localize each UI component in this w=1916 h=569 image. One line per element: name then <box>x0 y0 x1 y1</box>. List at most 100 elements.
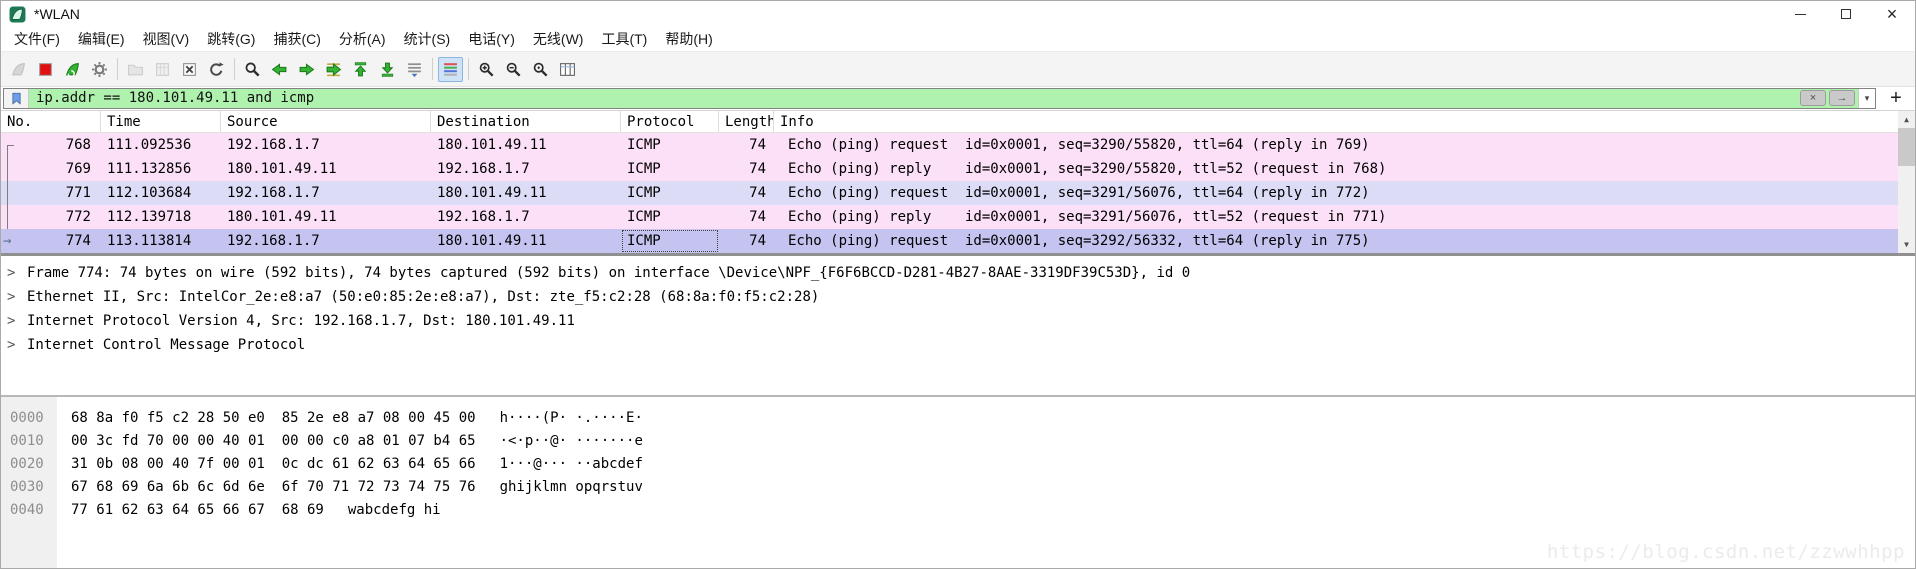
column-header-time[interactable]: Time <box>101 111 221 132</box>
menu-item-telephony[interactable]: 电话(Y) <box>459 27 524 51</box>
menu-item-view[interactable]: 视图(V) <box>134 27 199 51</box>
packet-cell-length: 74 <box>719 205 774 229</box>
zoom-in-button[interactable] <box>474 57 499 82</box>
menu-item-edit[interactable]: 编辑(E) <box>69 27 134 51</box>
packet-row[interactable]: 772112.139718180.101.49.11192.168.1.7ICM… <box>1 205 1898 229</box>
capture-options-button[interactable] <box>87 57 112 82</box>
add-filter-button[interactable]: + <box>1885 88 1907 108</box>
scroll-down-icon[interactable]: ▼ <box>1898 236 1915 253</box>
reload-file-button[interactable] <box>204 57 229 82</box>
restart-capture-button[interactable] <box>60 57 85 82</box>
current-packet-arrow-icon: → <box>3 229 11 253</box>
window-controls: × <box>1777 1 1915 27</box>
stop-capture-button[interactable] <box>33 57 58 82</box>
hex-offset: 0010 <box>1 430 57 453</box>
column-header-protocol[interactable]: Protocol <box>621 111 719 132</box>
scroll-up-icon[interactable]: ▲ <box>1898 111 1915 128</box>
start-capture-button[interactable] <box>6 57 31 82</box>
zoom-out-button[interactable] <box>501 57 526 82</box>
expand-chevron-icon[interactable]: > <box>7 285 27 309</box>
related-packet-marker <box>7 205 8 229</box>
packet-row[interactable]: 771112.103684192.168.1.7180.101.49.11ICM… <box>1 181 1898 205</box>
hex-ascii[interactable]: 1···@··· ··abcdef <box>476 453 643 476</box>
auto-scroll-button[interactable] <box>402 57 427 82</box>
toolbar-separator <box>432 58 433 80</box>
packet-cell-no: 768 <box>1 133 101 157</box>
menu-item-capture[interactable]: 捕获(C) <box>264 27 329 51</box>
go-last-button[interactable] <box>375 57 400 82</box>
packet-list-scrollbar[interactable]: ▲ ▼ <box>1898 111 1915 253</box>
filter-bookmark-icon[interactable] <box>4 89 29 108</box>
menu-item-wireless[interactable]: 无线(W) <box>524 27 593 51</box>
column-header-info[interactable]: Info <box>774 111 1898 132</box>
packet-row[interactable]: 774→113.113814192.168.1.7180.101.49.11IC… <box>1 229 1898 253</box>
column-header-length[interactable]: Length <box>719 111 774 132</box>
minimize-icon <box>1795 14 1806 15</box>
hex-ascii[interactable]: wabcdefg hi <box>324 499 441 522</box>
packet-cell-source: 180.101.49.11 <box>221 157 431 181</box>
column-header-no[interactable]: No. <box>1 111 101 132</box>
go-back-button[interactable] <box>267 57 292 82</box>
close-button[interactable]: × <box>1869 1 1915 27</box>
resize-columns-button[interactable] <box>555 57 580 82</box>
hex-offset: 0030 <box>1 476 57 499</box>
hex-ascii[interactable]: ghijklmn opqrstuv <box>476 476 643 499</box>
column-header-destination[interactable]: Destination <box>431 111 621 132</box>
find-packet-button[interactable] <box>240 57 265 82</box>
packet-row[interactable]: 769111.132856180.101.49.11192.168.1.7ICM… <box>1 157 1898 181</box>
scroll-thumb[interactable] <box>1898 128 1915 166</box>
hex-bytes[interactable]: 00 3c fd 70 00 00 40 01 00 00 c0 a8 01 0… <box>57 430 476 453</box>
menu-item-tools[interactable]: 工具(T) <box>592 27 656 51</box>
detail-line[interactable]: >Internet Protocol Version 4, Src: 192.1… <box>7 309 1915 333</box>
normal-size-button[interactable] <box>528 57 553 82</box>
folder-icon <box>127 61 144 78</box>
toolbar-separator <box>234 58 235 80</box>
close-file-button[interactable] <box>177 57 202 82</box>
packet-cell-source: 192.168.1.7 <box>221 133 431 157</box>
maximize-icon <box>1841 9 1851 19</box>
detail-line[interactable]: >Internet Control Message Protocol <box>7 333 1915 357</box>
expand-chevron-icon[interactable]: > <box>7 333 27 357</box>
expand-chevron-icon[interactable]: > <box>7 261 27 285</box>
menu-item-go[interactable]: 跳转(G) <box>198 27 264 51</box>
detail-line[interactable]: >Ethernet II, Src: IntelCor_2e:e8:a7 (50… <box>7 285 1915 309</box>
detail-line[interactable]: >Frame 774: 74 bytes on wire (592 bits),… <box>7 261 1915 285</box>
clear-filter-button[interactable]: × <box>1800 90 1826 106</box>
packet-row[interactable]: 768111.092536192.168.1.7180.101.49.11ICM… <box>1 133 1898 157</box>
menu-item-file[interactable]: 文件(F) <box>5 27 69 51</box>
hex-ascii[interactable]: h····(P· ·.····E· <box>476 407 643 430</box>
menu-bar: 文件(F)编辑(E)视图(V)跳转(G)捕获(C)分析(A)统计(S)电话(Y)… <box>1 27 1915 51</box>
packet-cell-protocol: ICMP <box>621 181 719 205</box>
go-to-packet-button[interactable] <box>321 57 346 82</box>
open-file-button[interactable] <box>123 57 148 82</box>
display-filter-input[interactable] <box>29 89 1800 108</box>
maximize-button[interactable] <box>1823 1 1869 27</box>
colorize-packets-button[interactable] <box>438 57 463 82</box>
menu-item-analyze[interactable]: 分析(A) <box>330 27 395 51</box>
packet-cell-time: 111.132856 <box>101 157 221 181</box>
menu-item-help[interactable]: 帮助(H) <box>656 27 721 51</box>
go-forward-button[interactable] <box>294 57 319 82</box>
filter-dropdown-caret-icon[interactable]: ▾ <box>1858 89 1875 108</box>
hex-bytes[interactable]: 68 8a f0 f5 c2 28 50 e0 85 2e e8 a7 08 0… <box>57 407 476 430</box>
packet-cell-protocol: ICMP <box>621 229 719 253</box>
arrow-left-icon <box>271 61 288 78</box>
colorize-icon <box>442 61 459 78</box>
column-header-source[interactable]: Source <box>221 111 431 132</box>
arrow-bottom-icon <box>379 61 396 78</box>
hex-bytes[interactable]: 67 68 69 6a 6b 6c 6d 6e 6f 70 71 72 73 7… <box>57 476 476 499</box>
hex-bytes[interactable]: 77 61 62 63 64 65 66 67 68 69 <box>57 499 324 522</box>
apply-filter-button[interactable]: → <box>1829 90 1855 106</box>
hex-bytes[interactable]: 31 0b 08 00 40 7f 00 01 0c dc 61 62 63 6… <box>57 453 476 476</box>
packet-cell-time: 112.103684 <box>101 181 221 205</box>
minimize-button[interactable] <box>1777 1 1823 27</box>
packet-cell-destination: 192.168.1.7 <box>431 205 621 229</box>
packet-list: No.TimeSourceDestinationProtocolLengthIn… <box>1 111 1915 253</box>
save-file-button[interactable] <box>150 57 175 82</box>
hex-ascii[interactable]: ·<·p··@· ·······e <box>476 430 643 453</box>
reload-icon <box>208 61 225 78</box>
expand-chevron-icon[interactable]: > <box>7 309 27 333</box>
restart-fin-icon <box>64 61 81 78</box>
menu-item-statistics[interactable]: 统计(S) <box>395 27 460 51</box>
go-first-button[interactable] <box>348 57 373 82</box>
